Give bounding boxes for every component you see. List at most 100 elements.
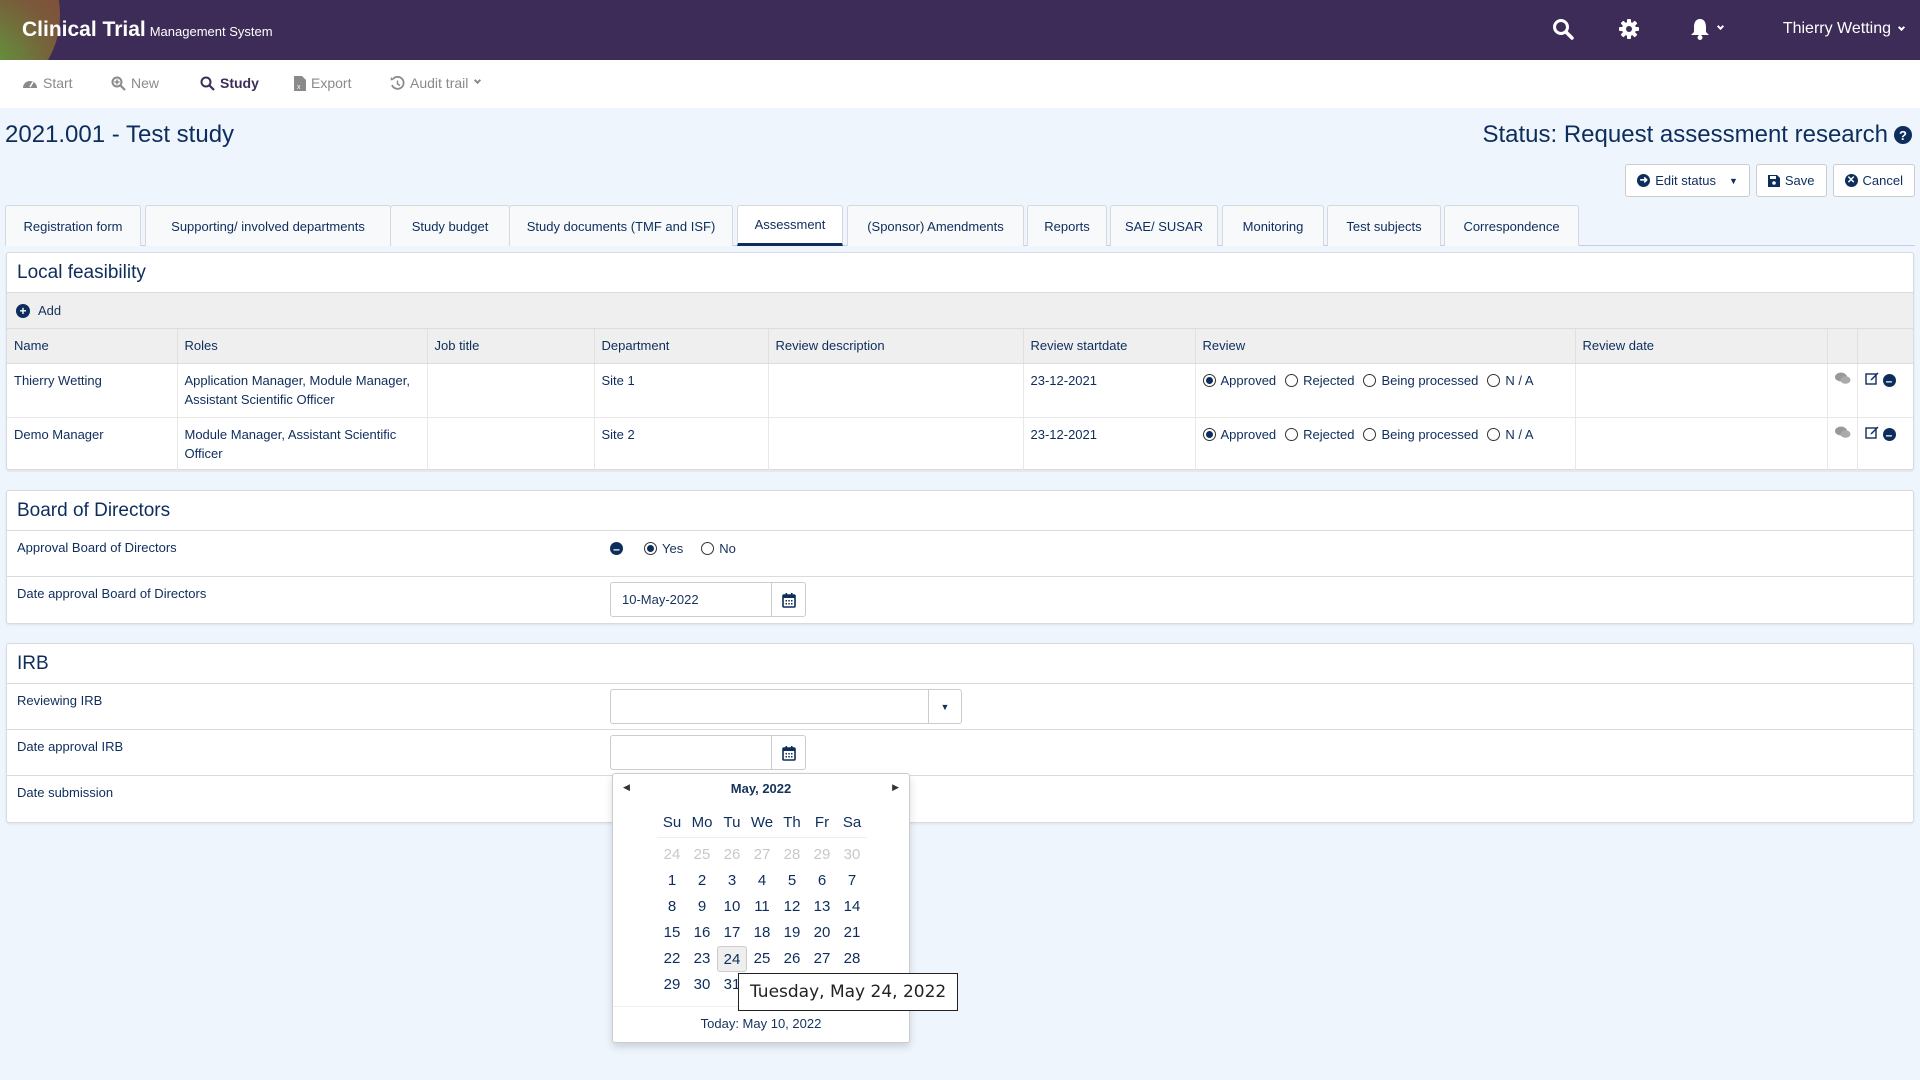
calendar-icon: [781, 592, 796, 608]
day-cell[interactable]: 11: [747, 894, 777, 920]
day-cell[interactable]: 24: [717, 946, 747, 972]
day-cell[interactable]: 27: [747, 842, 777, 868]
tab-sponsor-amendments[interactable]: (Sponsor) Amendments: [847, 205, 1024, 246]
toolbar-audit-trail[interactable]: Audit trail: [390, 75, 482, 91]
edit-icon[interactable]: [1864, 425, 1879, 444]
review-radio-approved[interactable]: Approved: [1202, 371, 1276, 390]
day-cell[interactable]: 4: [747, 868, 777, 894]
day-cell[interactable]: 7: [837, 868, 867, 894]
col-review-date[interactable]: Review date: [1575, 329, 1828, 364]
day-cell[interactable]: 28: [777, 842, 807, 868]
chevron-down-icon: [474, 76, 482, 84]
day-cell[interactable]: 22: [657, 946, 687, 972]
day-cell[interactable]: 16: [687, 920, 717, 946]
toolbar-export[interactable]: x Export: [294, 75, 351, 91]
edit-icon[interactable]: [1864, 371, 1879, 390]
day-cell[interactable]: 5: [777, 868, 807, 894]
col-review-description[interactable]: Review description: [768, 329, 1024, 364]
tab-reports[interactable]: Reports: [1027, 205, 1107, 246]
comments-icon[interactable]: [1834, 371, 1851, 390]
calendar-button[interactable]: [771, 736, 805, 769]
add-reviewer-button[interactable]: + Add: [7, 293, 1913, 329]
tab-monitoring[interactable]: Monitoring: [1222, 205, 1324, 246]
toolbar-new[interactable]: New: [111, 75, 159, 91]
help-icon[interactable]: ?: [1894, 126, 1912, 144]
day-cell[interactable]: 14: [837, 894, 867, 920]
approval-yes-radio[interactable]: Yes: [644, 541, 683, 556]
day-cell[interactable]: 18: [747, 920, 777, 946]
toolbar-start[interactable]: Start: [22, 75, 73, 91]
caret-down-icon[interactable]: ▼: [928, 690, 961, 723]
day-cell[interactable]: 26: [717, 842, 747, 868]
notifications-menu[interactable]: [1690, 18, 1725, 40]
day-cell[interactable]: 25: [687, 842, 717, 868]
tab-supporting-departments[interactable]: Supporting/ involved departments: [145, 205, 391, 246]
edit-status-button[interactable]: ➜ Edit status ▼: [1625, 164, 1750, 197]
day-cell[interactable]: 2: [687, 868, 717, 894]
day-cell[interactable]: 30: [687, 972, 717, 998]
day-cell[interactable]: 25: [747, 946, 777, 972]
day-cell[interactable]: 17: [717, 920, 747, 946]
tab-correspondence[interactable]: Correspondence: [1444, 205, 1579, 246]
review-radio-being-processed[interactable]: Being processed: [1363, 371, 1478, 390]
tab-study-budget[interactable]: Study budget: [390, 205, 510, 246]
col-job-title[interactable]: Job title: [427, 329, 595, 364]
review-radio-rejected[interactable]: Rejected: [1285, 371, 1354, 390]
comments-icon[interactable]: [1834, 425, 1851, 444]
review-radio-n-a[interactable]: N / A: [1487, 425, 1534, 444]
today-button[interactable]: Today: May 10, 2022: [613, 1006, 909, 1042]
remove-icon[interactable]: –: [1882, 428, 1896, 441]
tab-test-subjects[interactable]: Test subjects: [1327, 205, 1441, 246]
tab-label: SAE/ SUSAR: [1124, 218, 1204, 234]
day-cell[interactable]: 8: [657, 894, 687, 920]
weekday-label: Su: [662, 814, 682, 831]
day-cell[interactable]: 9: [687, 894, 717, 920]
day-cell[interactable]: 30: [837, 842, 867, 868]
cancel-button[interactable]: ✕ Cancel: [1832, 164, 1915, 197]
approval-no-radio[interactable]: No: [701, 541, 736, 556]
day-cell[interactable]: 6: [807, 868, 837, 894]
date-approval-irb-input[interactable]: [610, 735, 806, 770]
col-review[interactable]: Review: [1195, 329, 1576, 364]
review-radio-approved[interactable]: Approved: [1202, 425, 1276, 444]
day-cell[interactable]: 12: [777, 894, 807, 920]
calendar-button[interactable]: [771, 583, 805, 616]
app-brand[interactable]: Clinical Trial Management System: [22, 18, 273, 42]
day-cell[interactable]: 24: [657, 842, 687, 868]
review-radio-rejected[interactable]: Rejected: [1285, 425, 1354, 444]
col-review-startdate[interactable]: Review startdate: [1023, 329, 1196, 364]
day-cell[interactable]: 3: [717, 868, 747, 894]
day-cell[interactable]: 10: [717, 894, 747, 920]
day-cell[interactable]: 26: [777, 946, 807, 972]
day-cell[interactable]: 27: [807, 946, 837, 972]
day-cell[interactable]: 19: [777, 920, 807, 946]
search-icon[interactable]: [1552, 18, 1574, 43]
tab-sae-susar[interactable]: SAE/ SUSAR: [1110, 205, 1218, 246]
date-approval-board-input[interactable]: 10-May-2022: [610, 582, 806, 617]
review-radio-n-a[interactable]: N / A: [1487, 371, 1534, 390]
day-cell[interactable]: 23: [687, 946, 717, 972]
day-cell[interactable]: 21: [837, 920, 867, 946]
day-cell[interactable]: 29: [657, 972, 687, 998]
remove-icon[interactable]: –: [1882, 374, 1896, 387]
tab-study-documents[interactable]: Study documents (TMF and ISF): [509, 205, 733, 246]
save-button[interactable]: Save: [1755, 164, 1827, 197]
day-cell[interactable]: 20: [807, 920, 837, 946]
col-department[interactable]: Department: [594, 329, 769, 364]
day-cell[interactable]: 13: [807, 894, 837, 920]
tab-assessment[interactable]: Assessment: [737, 205, 843, 246]
day-cell[interactable]: 29: [807, 842, 837, 868]
gear-icon[interactable]: [1618, 18, 1640, 43]
review-radio-being-processed[interactable]: Being processed: [1363, 425, 1478, 444]
day-cell[interactable]: 28: [837, 946, 867, 972]
day-cell[interactable]: 15: [657, 920, 687, 946]
tab-registration-form[interactable]: Registration form: [5, 205, 141, 246]
user-menu[interactable]: Thierry Wetting: [1783, 20, 1906, 38]
day-cell[interactable]: 1: [657, 868, 687, 894]
next-month-button[interactable]: ▶: [892, 782, 899, 793]
col-roles[interactable]: Roles: [177, 329, 428, 364]
reviewing-irb-select[interactable]: ▼: [610, 689, 962, 724]
col-name[interactable]: Name: [7, 329, 178, 364]
toolbar-study[interactable]: Study: [200, 75, 259, 91]
clear-selection-icon[interactable]: –: [610, 542, 623, 555]
